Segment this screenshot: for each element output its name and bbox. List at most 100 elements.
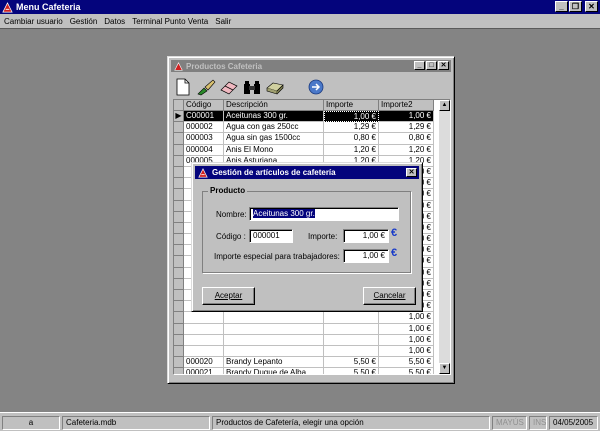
table-row[interactable]: 000003 Agua sin gas 1500cc 0,80 €0,80 € (174, 133, 434, 145)
app-title: Menu Cafeteria (16, 2, 81, 12)
row-indicator[interactable] (174, 155, 184, 167)
cell-codigo: 000003 (184, 133, 224, 145)
table-row[interactable]: 1,00 € (174, 334, 434, 346)
cell-importe2: 5,50 € (379, 368, 434, 374)
row-indicator[interactable] (174, 166, 184, 179)
forward-button[interactable] (306, 77, 326, 97)
table-row[interactable]: 000021 Brandy Duque de Alba 5,50 €5,50 € (174, 368, 434, 374)
scroll-down-button[interactable]: ▼ (439, 363, 450, 374)
row-indicator[interactable] (174, 278, 184, 290)
row-indicator[interactable]: ▶ (174, 111, 184, 123)
dialog-close-button[interactable]: ✕ (406, 168, 417, 177)
close-button[interactable]: ✕ (585, 1, 598, 12)
print-button[interactable] (265, 77, 285, 97)
edit-record-button[interactable] (196, 77, 216, 97)
row-indicator[interactable] (174, 122, 184, 134)
row-indicator[interactable] (174, 345, 184, 358)
cell-codigo (184, 334, 224, 346)
main-title-bar[interactable]: Menu Cafeteria _ ❐ ✕ (0, 0, 600, 14)
status-database: Cafeteria.mdb (62, 416, 210, 430)
cell-importe: 1,29 € (324, 122, 379, 134)
nombre-value: Aceitunas 300 gr. (253, 209, 315, 218)
column-header-importe[interactable]: Importe (324, 100, 379, 111)
menu-cambiar-usuario[interactable]: Cambiar usuario (4, 17, 63, 26)
row-indicator[interactable] (174, 334, 184, 346)
products-toolbar (173, 75, 326, 99)
row-indicator[interactable] (174, 267, 184, 279)
row-indicator[interactable] (174, 368, 184, 374)
cancel-button[interactable]: Cancelar (363, 287, 416, 305)
status-message: Productos de Cafetería, elegir una opció… (212, 416, 490, 430)
table-row[interactable]: 1,00 € (174, 345, 434, 358)
cell-descripcion (224, 345, 324, 358)
delete-record-button[interactable] (219, 77, 239, 97)
cell-importe (324, 345, 379, 358)
new-document-icon (176, 78, 190, 96)
cell-descripcion (224, 312, 324, 324)
status-bar: a Cafeteria.mdb Productos de Cafetería, … (0, 412, 600, 431)
restore-button[interactable]: ❐ (569, 1, 582, 12)
row-indicator[interactable] (174, 312, 184, 324)
column-header-descripcion[interactable]: Descripción (224, 100, 324, 111)
menu-terminal-punto-venta[interactable]: Terminal Punto Venta (132, 17, 208, 26)
row-indicator[interactable] (174, 133, 184, 145)
cell-importe2: 1,00 € (379, 111, 434, 123)
cell-importe2: 5,50 € (379, 357, 434, 369)
codigo-field[interactable]: 000001 (249, 229, 293, 243)
edit-brush-icon (197, 79, 216, 96)
cell-importe2: 1,29 € (379, 122, 434, 134)
cell-importe: 0,80 € (324, 133, 379, 145)
minimize-button[interactable]: _ (555, 1, 568, 12)
row-indicator[interactable] (174, 222, 184, 235)
grid-header: Código Descripción Importe Importe2 (174, 100, 434, 111)
row-indicator[interactable] (174, 323, 184, 335)
search-record-button[interactable] (242, 77, 262, 97)
menu-salir[interactable]: Salir (215, 17, 231, 26)
table-row[interactable]: 000004 Anis El Mono 1,20 €1,20 € (174, 144, 434, 156)
table-row[interactable]: ▶ C00001 Aceitunas 300 gr. 1,00 €1,00 € (174, 111, 434, 123)
scroll-up-button[interactable]: ▲ (439, 100, 450, 111)
menu-datos[interactable]: Datos (104, 17, 125, 26)
menu-bar: Cambiar usuario Gestión Datos Terminal P… (0, 14, 600, 28)
row-indicator[interactable] (174, 290, 184, 302)
row-indicator[interactable] (174, 189, 184, 201)
row-indicator[interactable] (174, 301, 184, 313)
dialog-title-bar[interactable]: Gestión de artículos de cafetería ✕ (195, 166, 419, 179)
products-window-title-bar[interactable]: Productos Cafeteria _ □ ✕ (171, 60, 451, 72)
table-row[interactable]: 000020 Brandy Lepanto 5,50 €5,50 € (174, 357, 434, 369)
importe-especial-field[interactable]: 1,00 € (343, 249, 389, 263)
products-minimize-button[interactable]: _ (414, 61, 425, 70)
grid-vertical-scrollbar[interactable]: ▲ ▼ (439, 100, 450, 374)
cell-codigo: 000020 (184, 357, 224, 369)
cell-codigo: 000021 (184, 368, 224, 374)
cell-importe (324, 323, 379, 335)
status-user: a (2, 416, 60, 430)
table-row[interactable]: 000002 Agua con gas 250cc 1,29 €1,29 € (174, 122, 434, 134)
row-indicator[interactable] (174, 178, 184, 190)
products-maximize-button[interactable]: □ (426, 61, 437, 70)
accept-button[interactable]: Aceptar (202, 287, 255, 305)
new-record-button[interactable] (173, 77, 193, 97)
column-header-codigo[interactable]: Código (184, 100, 224, 111)
grid-header-indicator (174, 100, 184, 111)
importe-field[interactable]: 1,00 € (343, 229, 389, 243)
products-close-button[interactable]: ✕ (438, 61, 449, 70)
column-header-importe2[interactable]: Importe2 (379, 100, 434, 111)
row-indicator[interactable] (174, 144, 184, 156)
row-indicator[interactable] (174, 234, 184, 246)
importe-especial-euro-symbol: € (391, 247, 398, 259)
cell-codigo: C00001 (184, 111, 224, 123)
row-indicator[interactable] (174, 211, 184, 223)
cell-descripcion: Aceitunas 300 gr. (224, 111, 324, 123)
row-indicator[interactable] (174, 245, 184, 257)
menu-gestion[interactable]: Gestión (70, 17, 98, 26)
row-indicator[interactable] (174, 357, 184, 369)
cell-importe: 5,50 € (324, 357, 379, 369)
nombre-field[interactable]: Aceitunas 300 gr. (249, 207, 399, 221)
app-icon (2, 1, 13, 12)
table-row[interactable]: 1,00 € (174, 323, 434, 335)
row-indicator[interactable] (174, 256, 184, 268)
table-row[interactable]: 1,00 € (174, 312, 434, 324)
row-indicator[interactable] (174, 200, 184, 212)
codigo-label: Código : (216, 232, 246, 241)
